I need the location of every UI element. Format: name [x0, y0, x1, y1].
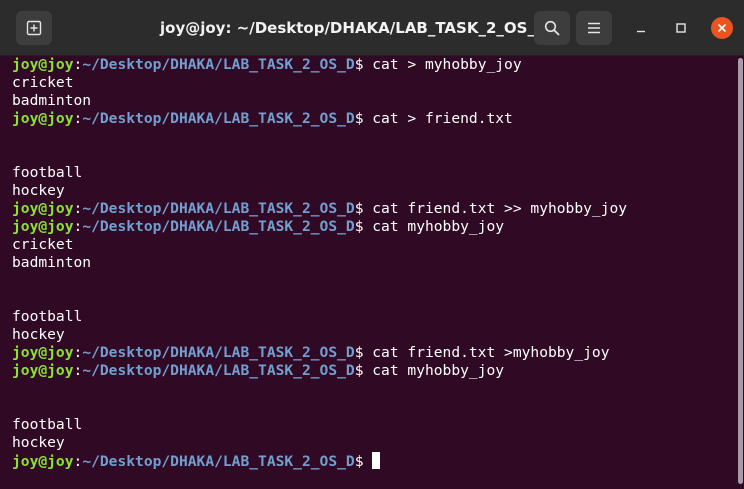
prompt-colon: : — [73, 362, 83, 379]
output-line: badminton — [12, 254, 92, 271]
prompt-colon: : — [73, 453, 83, 470]
maximize-button[interactable] — [670, 17, 692, 39]
minimize-button[interactable] — [630, 17, 652, 39]
prompt-symbol: $ — [354, 362, 373, 379]
window-title: joy@joy: ~/Desktop/DHAKA/LAB_TASK_2_OS_D — [160, 19, 548, 37]
search-icon — [544, 20, 560, 36]
prompt-user-host: joy@joy — [12, 110, 74, 127]
output-line: cricket — [12, 236, 74, 253]
scrollbar-thumb[interactable] — [738, 58, 743, 484]
command-text: cat friend.txt >myhobby_joy — [372, 344, 610, 361]
output-line: football — [12, 308, 83, 325]
command-text: cat friend.txt >> myhobby_joy — [372, 200, 628, 217]
prompt-line: joy@joy:~/Desktop/DHAKA/LAB_TASK_2_OS_D$… — [12, 56, 734, 74]
prompt-symbol: $ — [354, 110, 373, 127]
prompt-user-host: joy@joy — [12, 362, 74, 379]
prompt-line: joy@joy:~/Desktop/DHAKA/LAB_TASK_2_OS_D$… — [12, 218, 734, 236]
new-tab-icon — [26, 20, 42, 36]
prompt-symbol: $ — [354, 453, 373, 470]
prompt-line: joy@joy:~/Desktop/DHAKA/LAB_TASK_2_OS_D$… — [12, 344, 734, 362]
maximize-icon — [676, 23, 686, 33]
prompt-colon: : — [73, 344, 83, 361]
command-text: cat > friend.txt — [372, 110, 513, 127]
search-button[interactable] — [534, 11, 570, 45]
command-text: cat myhobby_joy — [372, 362, 505, 379]
prompt-path: ~/Desktop/DHAKA/LAB_TASK_2_OS_D — [82, 110, 355, 127]
output-line: football — [12, 416, 83, 433]
command-text: cat myhobby_joy — [372, 218, 505, 235]
hamburger-menu-icon — [588, 22, 600, 34]
terminal-output[interactable]: joy@joy:~/Desktop/DHAKA/LAB_TASK_2_OS_D$… — [0, 56, 734, 489]
prompt-symbol: $ — [354, 56, 373, 73]
command-text: cat > myhobby_joy — [372, 56, 522, 73]
prompt-user-host: joy@joy — [12, 453, 74, 470]
new-tab-button[interactable] — [16, 11, 52, 45]
prompt-colon: : — [73, 218, 83, 235]
prompt-colon: : — [73, 200, 83, 217]
prompt-symbol: $ — [354, 200, 373, 217]
minimize-icon — [637, 30, 645, 33]
prompt-user-host: joy@joy — [12, 344, 74, 361]
prompt-line: joy@joy:~/Desktop/DHAKA/LAB_TASK_2_OS_D$… — [12, 200, 734, 218]
output-line: cricket — [12, 74, 74, 91]
prompt-symbol: $ — [354, 344, 373, 361]
prompt-colon: : — [73, 56, 83, 73]
prompt-colon: : — [73, 110, 83, 127]
prompt-path: ~/Desktop/DHAKA/LAB_TASK_2_OS_D — [82, 218, 355, 235]
output-line: badminton — [12, 92, 92, 109]
prompt-line: joy@joy:~/Desktop/DHAKA/LAB_TASK_2_OS_D$ — [12, 452, 734, 470]
terminal-window: joy@joy: ~/Desktop/DHAKA/LAB_TASK_2_OS_D — [0, 0, 744, 489]
prompt-user-host: joy@joy — [12, 218, 74, 235]
prompt-user-host: joy@joy — [12, 56, 74, 73]
prompt-user-host: joy@joy — [12, 200, 74, 217]
close-button[interactable] — [711, 17, 733, 39]
output-line: football — [12, 164, 83, 181]
close-icon — [718, 24, 726, 32]
menu-button[interactable] — [576, 11, 612, 45]
output-line: hockey — [12, 434, 65, 451]
prompt-path: ~/Desktop/DHAKA/LAB_TASK_2_OS_D — [82, 453, 355, 470]
prompt-path: ~/Desktop/DHAKA/LAB_TASK_2_OS_D — [82, 362, 355, 379]
prompt-path: ~/Desktop/DHAKA/LAB_TASK_2_OS_D — [82, 200, 355, 217]
output-line: hockey — [12, 182, 65, 199]
prompt-line: joy@joy:~/Desktop/DHAKA/LAB_TASK_2_OS_D$… — [12, 362, 734, 380]
prompt-path: ~/Desktop/DHAKA/LAB_TASK_2_OS_D — [82, 344, 355, 361]
title-bar[interactable]: joy@joy: ~/Desktop/DHAKA/LAB_TASK_2_OS_D — [0, 0, 744, 56]
prompt-path: ~/Desktop/DHAKA/LAB_TASK_2_OS_D — [82, 56, 355, 73]
prompt-line: joy@joy:~/Desktop/DHAKA/LAB_TASK_2_OS_D$… — [12, 110, 734, 128]
scrollbar[interactable] — [736, 56, 744, 489]
prompt-symbol: $ — [354, 218, 373, 235]
output-line: hockey — [12, 326, 65, 343]
text-cursor[interactable] — [372, 452, 381, 469]
